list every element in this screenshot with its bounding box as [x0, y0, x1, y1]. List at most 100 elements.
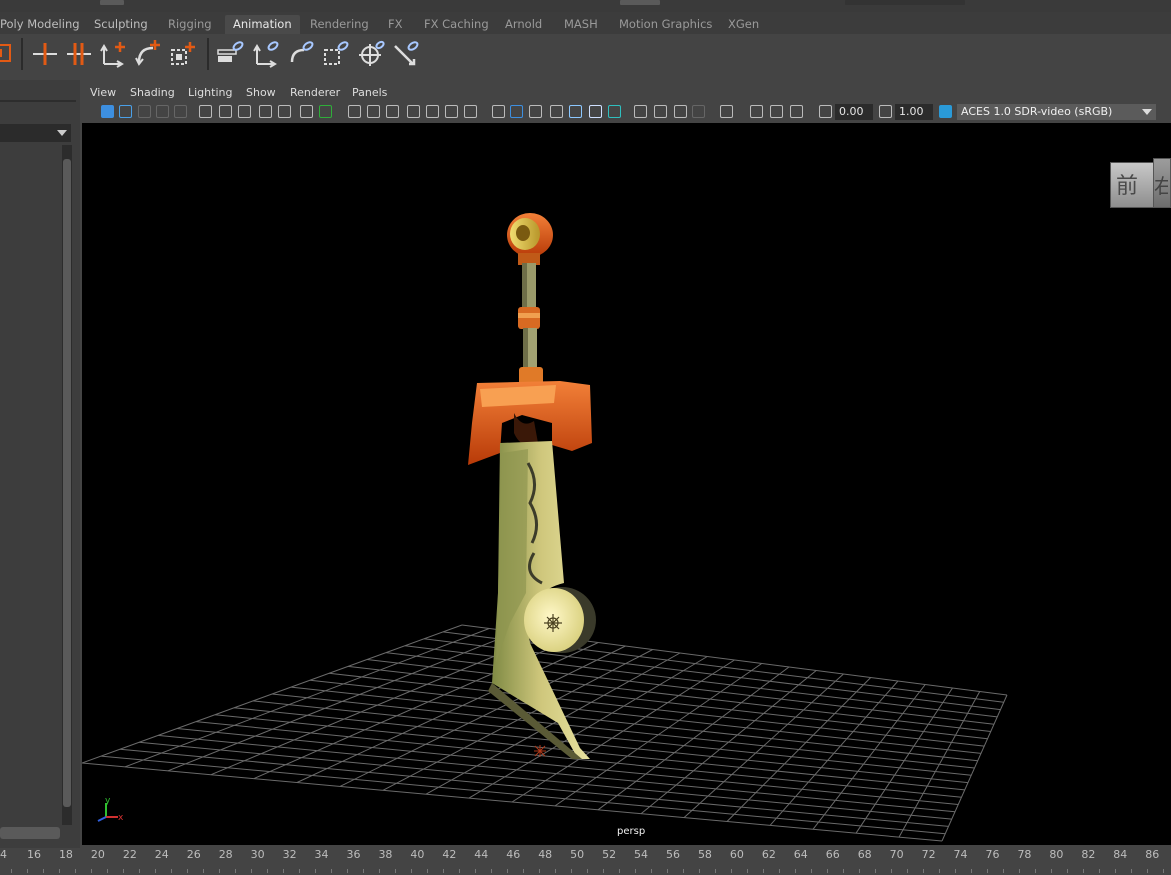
- exposure-icon[interactable]: [819, 105, 832, 118]
- shelf-tab-fx-caching[interactable]: FX Caching: [416, 15, 497, 34]
- motion-blur-icon[interactable]: [510, 105, 523, 118]
- ik-handle-icon[interactable]: [216, 38, 246, 68]
- menu-renderer[interactable]: Renderer: [290, 86, 340, 99]
- image-plane-icon[interactable]: [156, 105, 169, 118]
- lasso-icon[interactable]: [674, 105, 687, 118]
- shelf-tab-xgen[interactable]: XGen: [720, 15, 767, 34]
- set-key-icon[interactable]: [30, 38, 60, 68]
- flat-sphere-icon[interactable]: [654, 105, 667, 118]
- panel-dropdown[interactable]: [0, 124, 71, 142]
- set-breakdown-icon[interactable]: [64, 38, 94, 68]
- timeline-tick-mark: [683, 869, 684, 873]
- color-space-dropdown[interactable]: ACES 1.0 SDR-video (sRGB): [957, 104, 1156, 120]
- menu-view[interactable]: View: [90, 86, 116, 99]
- status-line-field[interactable]: [845, 0, 965, 5]
- isolate-select-icon[interactable]: [569, 105, 582, 118]
- view-cube[interactable]: 前 右: [1110, 158, 1171, 210]
- set-key-rotate-icon[interactable]: [133, 38, 163, 68]
- select-tool-icon[interactable]: [720, 105, 733, 118]
- xray-icon[interactable]: [589, 105, 602, 118]
- grease-pencil-icon[interactable]: [199, 105, 212, 118]
- shelf-tab-mash[interactable]: MASH: [556, 15, 606, 34]
- chevron-down-icon: [57, 130, 67, 136]
- menu-show[interactable]: Show: [246, 86, 276, 99]
- menu-lighting[interactable]: Lighting: [188, 86, 232, 99]
- view-cube-side-label[interactable]: 右: [1154, 170, 1168, 199]
- film-gate-icon[interactable]: [238, 105, 251, 118]
- frame-selection-icon[interactable]: [770, 105, 783, 118]
- multisample-icon[interactable]: [529, 105, 542, 118]
- shelf-tab-arnold[interactable]: Arnold: [497, 15, 550, 34]
- timeline-tick-label: 18: [58, 848, 73, 861]
- bookmark-icon[interactable]: [138, 105, 151, 118]
- shelf-separator: [21, 38, 23, 70]
- exposure-field[interactable]: 0.00: [835, 104, 873, 120]
- scrollbar-thumb[interactable]: [63, 159, 71, 807]
- scale-constraint-icon[interactable]: [321, 38, 351, 68]
- shelf-tab-rendering[interactable]: Rendering: [302, 15, 377, 34]
- set-key-scale-icon[interactable]: [168, 38, 198, 68]
- camera-attributes-icon[interactable]: [119, 105, 132, 118]
- parent-constraint-icon[interactable]: [286, 38, 316, 68]
- menu-panels[interactable]: Panels: [352, 86, 387, 99]
- timeline-tick-label: 72: [921, 848, 936, 861]
- timeline-tick-mark: [811, 869, 812, 873]
- timeline-tick-label: 60: [729, 848, 744, 861]
- depth-of-field-icon[interactable]: [550, 105, 563, 118]
- view-transform-icon[interactable]: [939, 105, 952, 118]
- scene-render[interactable]: y x: [82, 123, 1171, 845]
- timeline-tick-mark: [571, 869, 572, 873]
- 2d-pan-icon[interactable]: [174, 105, 187, 118]
- gamma-field[interactable]: 1.00: [895, 104, 933, 120]
- hud-icon[interactable]: [692, 105, 705, 118]
- zoom-icon[interactable]: [790, 105, 803, 118]
- frame-all-icon[interactable]: [750, 105, 763, 118]
- shelf-partial-icon[interactable]: [0, 38, 16, 68]
- ik-spline-icon[interactable]: [251, 38, 281, 68]
- shaded-sphere-icon[interactable]: [634, 105, 647, 118]
- vertical-scrollbar[interactable]: [62, 145, 72, 825]
- view-cube-front-label[interactable]: 前: [1116, 168, 1138, 200]
- menu-shading[interactable]: Shading: [130, 86, 175, 99]
- shelf-tab-motion-graphics[interactable]: Motion Graphics: [611, 15, 720, 34]
- wireframe-icon[interactable]: [367, 105, 380, 118]
- shelf-tab-fx[interactable]: FX: [380, 15, 411, 34]
- set-key-translate-icon[interactable]: [98, 38, 128, 68]
- default-material-icon[interactable]: [407, 105, 420, 118]
- timeline-tick-mark: [1131, 869, 1132, 873]
- resolution-gate-icon[interactable]: [259, 105, 272, 118]
- select-camera-icon[interactable]: [101, 105, 114, 118]
- timeline-tick-mark: [907, 869, 908, 873]
- timeline-tick-mark: [651, 869, 652, 873]
- shelf-tab-animation[interactable]: Animation: [225, 15, 300, 34]
- safe-action-icon[interactable]: [319, 105, 332, 118]
- time-slider[interactable]: 4 16 18 20 22 24 26 28 30 32 34 36 38 40 42 44 46 48 50 52 5…: [0, 848, 1171, 875]
- screen-space-ao-icon[interactable]: [492, 105, 505, 118]
- status-line-icon[interactable]: [620, 0, 660, 5]
- use-lights-icon[interactable]: [445, 105, 458, 118]
- timeline-tick-label: 30: [250, 848, 265, 861]
- shelf-tab-sculpting[interactable]: Sculpting: [86, 15, 156, 34]
- horizontal-scrollbar[interactable]: [0, 827, 60, 839]
- status-line-icon[interactable]: [100, 0, 124, 5]
- timeline-tick-mark: [363, 869, 364, 873]
- timeline-tick-mark: [827, 869, 828, 873]
- aim-constraint-icon[interactable]: [391, 38, 421, 68]
- shelf-tab-poly-modeling[interactable]: Poly Modeling: [0, 15, 88, 34]
- 3d-viewport[interactable]: y x 前 右: [82, 123, 1171, 845]
- timeline-tick-mark: [43, 869, 44, 873]
- shadows-icon[interactable]: [464, 105, 477, 118]
- timeline-tick-mark: [507, 869, 508, 873]
- grid-icon[interactable]: [348, 105, 361, 118]
- timeline-tick-mark: [891, 869, 892, 873]
- field-chart-icon[interactable]: [300, 105, 313, 118]
- gamma-icon[interactable]: [879, 105, 892, 118]
- camera-icon[interactable]: [219, 105, 232, 118]
- xray-joints-icon[interactable]: [608, 105, 621, 118]
- textured-icon[interactable]: [426, 105, 439, 118]
- timeline-tick-mark: [779, 869, 780, 873]
- shelf-tab-rigging[interactable]: Rigging: [160, 15, 220, 34]
- smooth-shade-icon[interactable]: [386, 105, 399, 118]
- point-constraint-icon[interactable]: [356, 38, 386, 68]
- gate-mask-icon[interactable]: [278, 105, 291, 118]
